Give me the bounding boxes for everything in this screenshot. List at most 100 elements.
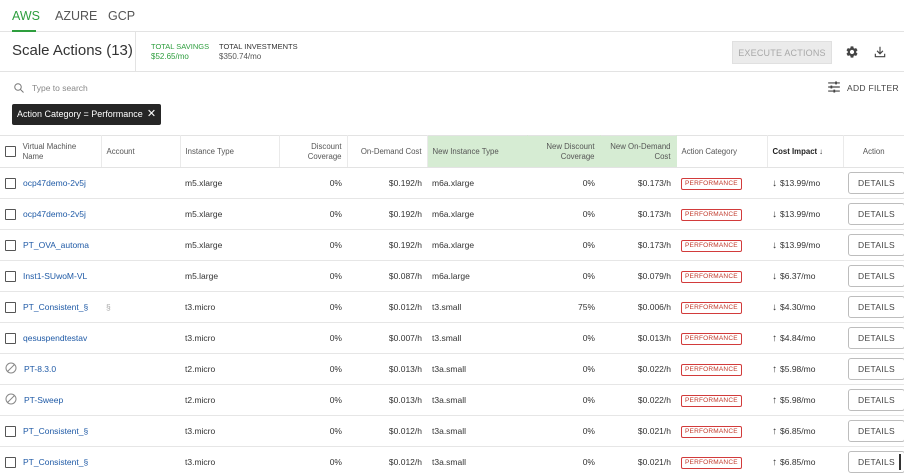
details-button[interactable]: DETAILS (848, 327, 904, 349)
action-category-badge: PERFORMANCE (681, 208, 742, 221)
account-cell (101, 229, 180, 261)
select-all-checkbox[interactable] (5, 146, 16, 157)
action-category-badge: PERFORMANCE (681, 301, 742, 314)
details-button[interactable]: DETAILS (848, 234, 904, 256)
gear-icon[interactable] (842, 41, 862, 63)
scale-actions-table: Virtual Machine Name Account Instance Ty… (0, 135, 904, 474)
vm-name-link[interactable]: ocp47demo-2v5j (23, 209, 86, 219)
vm-name-link[interactable]: PT-Sweep (24, 395, 63, 405)
column-header-new-on-demand-cost[interactable]: New On-Demand Cost (600, 135, 677, 168)
cost-impact-value: $5.98/mo (780, 364, 816, 374)
cost-impact-value: $13.99/mo (780, 178, 821, 188)
cloud-tabs: AWS AZURE GCP (0, 0, 904, 32)
row-checkbox[interactable] (5, 301, 16, 313)
row-checkbox[interactable] (5, 456, 16, 468)
details-button[interactable]: DETAILS (848, 265, 904, 287)
instance-type-cell: t3.micro (180, 446, 279, 474)
new-instance-type-cell: t3.small (427, 291, 527, 323)
tab-aws[interactable]: AWS (12, 0, 40, 32)
row-checkbox[interactable] (5, 177, 16, 189)
instance-type-cell: t2.micro (180, 353, 279, 385)
add-filter-button[interactable]: ADD FILTER (827, 80, 899, 96)
discount-coverage-cell: 0% (279, 353, 347, 385)
new-instance-type-cell: t3a.small (427, 415, 527, 447)
discount-coverage-cell: 0% (279, 415, 347, 447)
vm-name-link[interactable]: PT_Consistent_§ (23, 302, 88, 312)
new-discount-coverage-cell: 0% (527, 167, 600, 199)
row-checkbox[interactable] (5, 270, 16, 282)
new-on-demand-cost-cell: $0.006/h (600, 291, 676, 323)
vm-name-link[interactable]: Inst1-SUwoM-VL (23, 271, 87, 281)
column-header-discount-coverage[interactable]: Discount Coverage (279, 135, 348, 168)
instance-type-cell: m5.xlarge (180, 229, 279, 261)
row-checkbox[interactable] (5, 332, 16, 344)
scrollbar-thumb[interactable] (899, 454, 901, 470)
row-checkbox[interactable] (5, 208, 16, 220)
vm-name-link[interactable]: qesuspendtestav (23, 333, 87, 343)
column-header-account[interactable]: Account (101, 135, 181, 168)
vm-name-link[interactable]: PT_Consistent_§ (23, 457, 88, 467)
execute-actions-button[interactable]: EXECUTE ACTIONS (732, 41, 832, 64)
total-savings-label: TOTAL SAVINGS (151, 42, 210, 51)
column-header-new-discount-coverage[interactable]: New Discount Coverage (527, 135, 601, 168)
cost-direction-arrow-icon: ↑ (772, 456, 777, 468)
page-title: Scale Actions (13) (12, 42, 133, 59)
vm-name-link[interactable]: PT_Consistent_§ (23, 426, 88, 436)
column-header-new-instance-type[interactable]: New Instance Type (427, 135, 528, 168)
new-discount-coverage-cell: 0% (527, 260, 600, 292)
discount-coverage-cell: 0% (279, 291, 347, 323)
details-button[interactable]: DETAILS (848, 389, 904, 411)
column-header-action: Action (843, 135, 904, 168)
details-button[interactable]: DETAILS (848, 451, 904, 473)
cost-impact: ↑ $6.85/mo (772, 457, 815, 468)
cost-impact: ↓ $6.37/mo (772, 271, 815, 282)
discount-coverage-cell: 0% (279, 198, 347, 230)
new-on-demand-cost-cell: $0.173/h (600, 167, 676, 199)
account-cell: § (101, 291, 180, 323)
column-header-on-demand-cost[interactable]: On-Demand Cost (347, 135, 428, 168)
cost-impact: ↓ $13.99/mo (772, 209, 820, 220)
column-header-action-category[interactable]: Action Category (676, 135, 768, 168)
on-demand-cost-cell: $0.012/h (347, 291, 427, 323)
column-header-instance-type[interactable]: Instance Type (180, 135, 280, 168)
disabled-select-icon (5, 393, 17, 407)
cost-impact-value: $13.99/mo (780, 209, 821, 219)
new-discount-coverage-cell: 0% (527, 229, 600, 261)
total-investments: TOTAL INVESTMENTS $350.74/mo (219, 42, 298, 62)
cost-direction-arrow-icon: ↓ (772, 177, 777, 189)
tab-gcp[interactable]: GCP (108, 0, 135, 32)
download-icon[interactable] (870, 41, 890, 63)
close-icon[interactable]: ✕ (147, 104, 156, 125)
new-discount-coverage-cell: 0% (527, 198, 600, 230)
new-on-demand-cost-cell: $0.021/h (600, 446, 676, 474)
column-header-cost-impact[interactable]: Cost Impact ↓ (767, 135, 844, 168)
column-header-vm-name[interactable]: Virtual Machine Name (23, 142, 96, 162)
new-instance-type-cell: t3a.small (427, 446, 527, 474)
cost-direction-arrow-icon: ↓ (772, 239, 777, 251)
instance-type-cell: t3.micro (180, 291, 279, 323)
account-cell (101, 260, 180, 292)
row-checkbox[interactable] (5, 239, 16, 251)
vm-name-link[interactable]: PT_OVA_automa (23, 240, 89, 250)
tab-azure[interactable]: AZURE (55, 0, 97, 32)
new-instance-type-cell: t3a.small (427, 353, 527, 385)
action-category-badge: PERFORMANCE (681, 456, 742, 469)
vm-name-link[interactable]: ocp47demo-2v5j (23, 178, 86, 188)
filter-sliders-icon (827, 81, 841, 95)
cost-impact-value: $5.98/mo (780, 395, 816, 405)
new-on-demand-cost-cell: $0.173/h (600, 198, 676, 230)
action-category-badge: PERFORMANCE (681, 239, 742, 252)
row-checkbox[interactable] (5, 425, 16, 437)
details-button[interactable]: DETAILS (848, 172, 904, 194)
search-input[interactable] (32, 78, 332, 98)
details-button[interactable]: DETAILS (848, 203, 904, 225)
table-row: PT_Consistent_§ t3.micro 0% $0.012/h t3a.sma… (0, 446, 904, 474)
discount-coverage-cell: 0% (279, 229, 347, 261)
details-button[interactable]: DETAILS (848, 420, 904, 442)
total-savings-value: $52.65/mo (151, 52, 189, 61)
details-button[interactable]: DETAILS (848, 358, 904, 380)
instance-type-cell: t2.micro (180, 384, 279, 416)
vm-name-link[interactable]: PT-8.3.0 (24, 364, 56, 374)
new-instance-type-cell: m6a.xlarge (427, 167, 527, 199)
details-button[interactable]: DETAILS (848, 296, 904, 318)
